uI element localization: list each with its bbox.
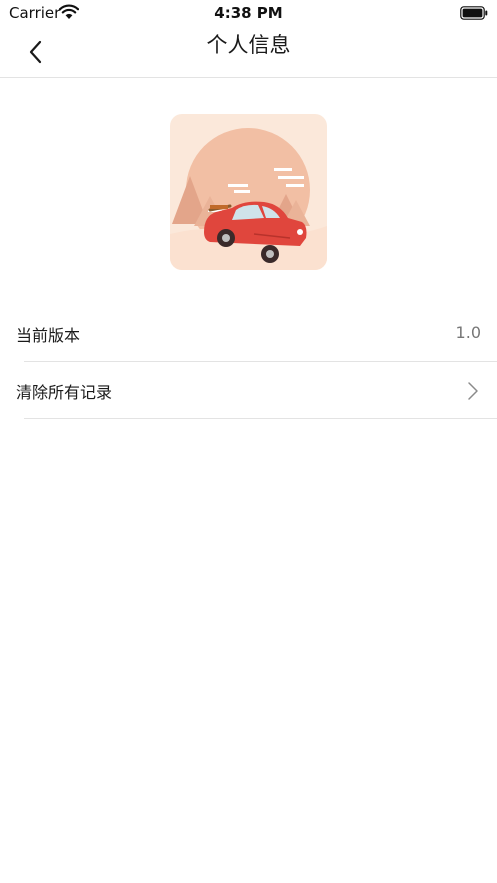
navigation-bar: 个人信息 <box>0 26 497 78</box>
version-label: 当前版本 <box>16 326 81 345</box>
chevron-right-icon <box>467 381 479 401</box>
settings-row-clear-records[interactable]: 清除所有记录 <box>0 362 497 419</box>
red-car-illustration <box>170 114 327 270</box>
status-bar: Carrier 4:38 PM <box>0 0 497 26</box>
settings-row-version[interactable]: 当前版本 1.0 <box>0 305 497 362</box>
settings-list: 当前版本 1.0 清除所有记录 <box>0 305 497 419</box>
version-value: 1.0 <box>455 323 481 342</box>
status-time: 4:38 PM <box>214 4 283 22</box>
clear-records-label: 清除所有记录 <box>16 383 113 402</box>
row-divider <box>24 418 497 419</box>
app-logo <box>170 114 327 270</box>
page-title: 个人信息 <box>206 33 291 57</box>
battery-icon <box>460 5 488 20</box>
